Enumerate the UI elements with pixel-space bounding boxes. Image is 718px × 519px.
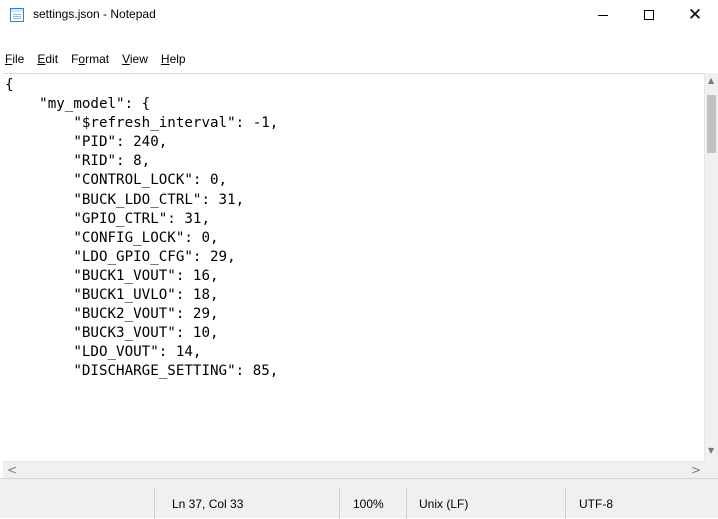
- menu-format-label: rmat: [85, 52, 110, 66]
- status-separator: [339, 487, 340, 519]
- vertical-scroll-thumb[interactable]: [707, 95, 716, 153]
- status-line-ending: Unix (LF): [419, 497, 469, 511]
- scroll-right-icon[interactable]: >: [691, 464, 701, 476]
- status-separator: [406, 487, 407, 519]
- menu-file[interactable]: File: [0, 49, 31, 69]
- status-separator: [154, 487, 155, 519]
- minimize-button[interactable]: [580, 0, 626, 30]
- menu-edit[interactable]: Edit: [31, 49, 65, 69]
- menu-bar: File Edit Format View Help: [0, 48, 718, 70]
- menu-view-mnemonic: V: [122, 52, 130, 66]
- window-title: settings.json - Notepad: [33, 7, 156, 21]
- maximize-button[interactable]: [626, 0, 672, 30]
- close-button[interactable]: ✕: [672, 0, 718, 30]
- title-bar[interactable]: settings.json - Notepad ✕: [0, 0, 718, 30]
- notepad-window: settings.json - Notepad ✕ File Edit Form…: [0, 0, 718, 519]
- menu-help-label: elp: [169, 52, 186, 66]
- status-separator: [565, 487, 566, 519]
- horizontal-scrollbar[interactable]: < >: [3, 461, 704, 478]
- scroll-down-icon[interactable]: ▼: [708, 447, 714, 455]
- status-bar: Ln 37, Col 33 100% Unix (LF) UTF-8: [0, 478, 718, 519]
- scroll-left-icon[interactable]: <: [7, 464, 17, 476]
- menu-format[interactable]: Format: [65, 49, 116, 69]
- minimize-icon: [598, 14, 608, 16]
- status-encoding: UTF-8: [579, 497, 613, 511]
- notepad-icon[interactable]: [10, 8, 24, 22]
- text-editor[interactable]: { "my_model": { "$refresh_interval": -1,…: [3, 73, 704, 462]
- menu-view[interactable]: View: [116, 49, 155, 69]
- maximize-icon: [644, 10, 654, 20]
- status-zoom: 100%: [353, 497, 384, 511]
- menu-help[interactable]: Help: [155, 49, 193, 69]
- status-cursor-position: Ln 37, Col 33: [172, 497, 244, 511]
- menu-edit-label: dit: [45, 52, 59, 66]
- menu-view-label: iew: [129, 52, 148, 66]
- menu-file-label: ile: [12, 52, 25, 66]
- menu-help-mnemonic: H: [160, 52, 170, 66]
- close-icon: ✕: [687, 4, 703, 25]
- scrollbar-corner: [704, 461, 718, 478]
- scroll-up-icon[interactable]: ▲: [708, 77, 714, 85]
- vertical-scrollbar[interactable]: ▲ ▼: [704, 73, 718, 461]
- editor-text[interactable]: { "my_model": { "$refresh_interval": -1,…: [3, 74, 704, 382]
